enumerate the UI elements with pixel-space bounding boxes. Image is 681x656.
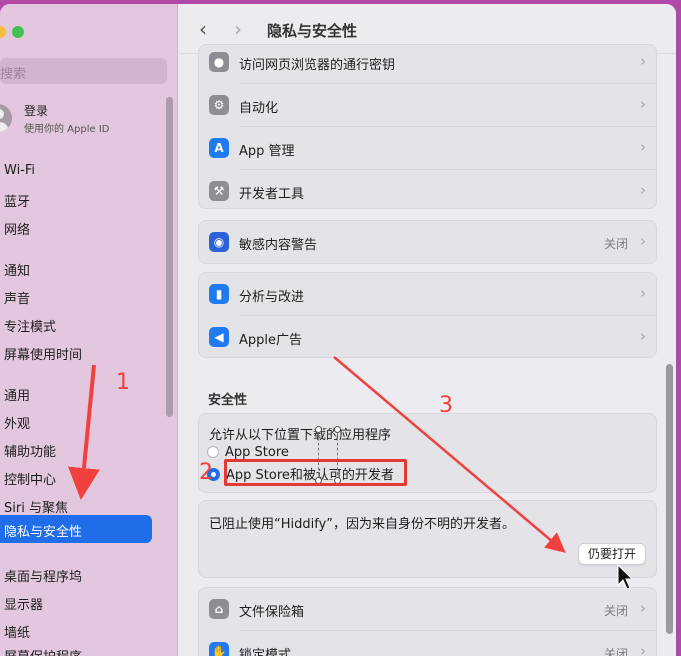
forward-button[interactable]: › (234, 17, 242, 41)
row-lockdown[interactable]: ✋ 锁定模式 关闭 › (199, 631, 656, 656)
row-label: 开发者工具 (239, 187, 305, 202)
sidebar-item-wallpaper[interactable]: 墙纸 (4, 622, 30, 641)
row-analytics[interactable]: ▮ 分析与改进 › (199, 273, 656, 316)
sidebar-item-screensaver[interactable]: 屏幕保护程序 (4, 646, 82, 656)
sidebar-scrollbar[interactable] (166, 97, 173, 417)
sensitive-group: ◉ 敏感内容警告 关闭 › (198, 220, 657, 264)
main-scrollbar[interactable] (666, 364, 673, 634)
sidebar-item-general[interactable]: 通用 (4, 385, 30, 404)
row-automation[interactable]: ⚙ 自动化 › (199, 84, 656, 127)
security-group: 允许从以下位置下载的应用程序 App Store App Store和被认可的开… (198, 413, 657, 493)
sidebar-item-label: 隐私与安全性 (4, 525, 83, 540)
account-name: 登录 (24, 104, 49, 118)
row-label: 敏感内容警告 (239, 238, 318, 253)
sidebar-item-control-center[interactable]: 控制中心 (4, 469, 56, 488)
radio-button[interactable] (207, 446, 219, 458)
account-signin[interactable]: 登录 使用你的 Apple ID (0, 100, 162, 140)
chevron-right-icon: › (640, 95, 646, 113)
zoom-button[interactable] (12, 26, 24, 38)
sidebar-item-wifi[interactable]: Wi-Fi (4, 163, 35, 178)
page-title: 隐私与安全性 (267, 22, 358, 40)
row-passkeys[interactable]: ● 访问网页浏览器的通行密钥 › (199, 41, 656, 84)
row-value: 关闭 (603, 647, 628, 656)
sidebar-item-notifications[interactable]: 通知 (4, 260, 30, 279)
sidebar-item-network[interactable]: 网络 (4, 219, 30, 238)
chevron-right-icon: › (640, 232, 646, 250)
chevron-right-icon: › (640, 642, 646, 656)
blocked-app-group: 已阻止使用“Hiddify”，因为来自身份不明的开发者。 (198, 500, 657, 578)
house-lock-icon: ⌂ (209, 599, 229, 619)
row-label: Apple广告 (239, 333, 303, 348)
row-label: 锁定模式 (239, 648, 292, 656)
row-label: 分析与改进 (239, 290, 305, 305)
row-sensitive-content[interactable]: ◉ 敏感内容警告 关闭 › (199, 221, 656, 264)
row-label: App 管理 (239, 144, 295, 159)
section-title-security: 安全性 (208, 393, 248, 408)
radio-app-store-identified[interactable]: App Store和被认可的开发者 (207, 464, 394, 483)
sidebar-item-sound[interactable]: 声音 (4, 288, 30, 307)
settings-window: 搜索 登录 使用你的 Apple ID Wi-Fi 蓝牙 网络 通知 声音 专注… (0, 4, 676, 656)
analytics-group: ▮ 分析与改进 › ◀ Apple广告 › (198, 272, 657, 358)
sidebar-item-appearance[interactable]: 外观 (4, 413, 30, 432)
chevron-right-icon: › (640, 52, 646, 70)
row-apple-ads[interactable]: ◀ Apple广告 › (199, 316, 656, 359)
eye-icon: ◉ (209, 232, 229, 252)
row-label: 文件保险箱 (239, 605, 305, 620)
hand-icon: ✋ (209, 642, 229, 656)
minimize-button[interactable] (0, 26, 6, 38)
row-value: 关闭 (603, 604, 628, 618)
hammer-icon: ⚒ (209, 181, 229, 201)
passkey-icon: ● (209, 52, 229, 72)
blocked-message: 已阻止使用“Hiddify”，因为来自身份不明的开发者。 (209, 517, 516, 532)
row-filevault[interactable]: ⌂ 文件保险箱 关闭 › (199, 588, 656, 631)
filevault-group: ⌂ 文件保险箱 关闭 › ✋ 锁定模式 关闭 › (198, 587, 657, 656)
radio-label: App Store (225, 445, 289, 460)
chevron-right-icon: › (640, 284, 646, 302)
row-label: 自动化 (239, 101, 279, 116)
privacy-group: ● 访问网页浏览器的通行密钥 › ⚙ 自动化 › A App 管理 › ⚒ 开发… (198, 44, 657, 209)
sidebar-item-focus[interactable]: 专注模式 (4, 316, 56, 335)
chevron-right-icon: › (640, 327, 646, 345)
search-field[interactable]: 搜索 (0, 58, 167, 84)
sidebar-item-accessibility[interactable]: 辅助功能 (4, 441, 56, 460)
sidebar-item-siri[interactable]: Siri 与聚焦 (4, 497, 68, 516)
sidebar-item-displays[interactable]: 显示器 (4, 594, 43, 613)
chevron-right-icon: › (640, 181, 646, 199)
sidebar-item-bluetooth[interactable]: 蓝牙 (4, 191, 30, 210)
sidebar-item-privacy-security[interactable]: 隐私与安全性 (0, 515, 152, 543)
account-subtitle: 使用你的 Apple ID (24, 124, 110, 135)
sidebar-item-screen-time[interactable]: 屏幕使用时间 (4, 344, 82, 363)
radio-button-selected[interactable] (207, 468, 220, 481)
avatar (0, 104, 12, 132)
radio-label: App Store和被认可的开发者 (226, 468, 394, 483)
sidebar: 搜索 登录 使用你的 Apple ID Wi-Fi 蓝牙 网络 通知 声音 专注… (0, 4, 178, 656)
search-placeholder: 搜索 (0, 67, 27, 82)
bar-chart-icon: ▮ (209, 284, 229, 304)
row-developer-tools[interactable]: ⚒ 开发者工具 › (199, 170, 656, 213)
row-app-management[interactable]: A App 管理 › (199, 127, 656, 170)
row-label: 访问网页浏览器的通行密钥 (239, 58, 396, 73)
sidebar-item-desktop-dock[interactable]: 桌面与程序坞 (4, 566, 82, 585)
chevron-right-icon: › (640, 138, 646, 156)
radio-app-store[interactable]: App Store (207, 445, 289, 460)
back-button[interactable]: ‹ (199, 17, 207, 41)
gears-icon: ⚙ (209, 95, 229, 115)
allow-apps-label: 允许从以下位置下载的应用程序 (209, 428, 392, 443)
megaphone-icon: ◀ (209, 327, 229, 347)
chevron-right-icon: › (640, 599, 646, 617)
row-value: 关闭 (603, 237, 628, 251)
app-store-icon: A (209, 138, 229, 158)
open-anyway-button[interactable]: 仍要打开 (578, 543, 646, 565)
